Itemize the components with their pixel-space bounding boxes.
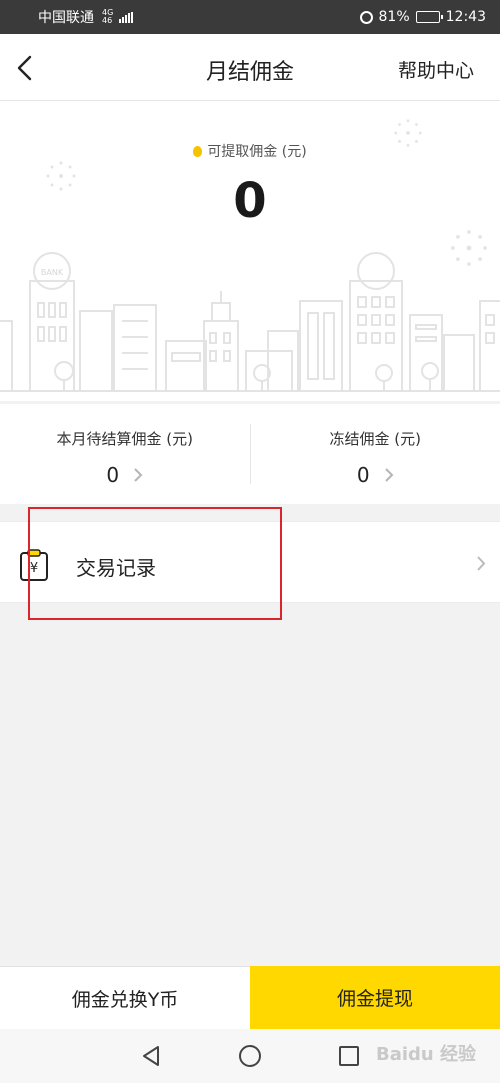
signal-icon bbox=[119, 11, 134, 23]
status-left: 中国联通 4G 46 bbox=[38, 7, 134, 27]
nav-recents-icon[interactable] bbox=[338, 1045, 360, 1067]
chevron-right-icon bbox=[134, 468, 143, 482]
withdrawable-label-row: 可提取佣金 (元) bbox=[0, 141, 500, 161]
dot-burst-icon bbox=[451, 230, 487, 266]
nav-home-icon[interactable] bbox=[238, 1044, 262, 1068]
network-type: 4G 46 bbox=[102, 9, 113, 25]
commission-summary: 本月待结算佣金 (元) 0 冻结佣金 (元) 0 bbox=[0, 404, 500, 504]
back-arrow-icon[interactable] bbox=[14, 54, 38, 82]
frozen-commission-label: 冻结佣金 (元) bbox=[329, 430, 421, 448]
chevron-right-icon bbox=[384, 468, 394, 482]
ledger-icon: ¥ bbox=[20, 549, 48, 581]
carrier-name: 中国联通 bbox=[38, 10, 94, 26]
transaction-records-label: 交易记录 bbox=[76, 556, 156, 580]
clock: 12:43 bbox=[445, 9, 486, 25]
network-type-bottom: 46 bbox=[102, 16, 113, 25]
bank-sign-text: BANK bbox=[41, 268, 64, 277]
battery-icon bbox=[415, 11, 443, 23]
frozen-commission-value-row: 0 bbox=[357, 463, 394, 487]
withdraw-button[interactable]: 佣金提现 bbox=[250, 966, 500, 1029]
pending-commission-value-row: 0 bbox=[106, 463, 143, 487]
watermark-text: Baidu 经验 bbox=[375, 1044, 476, 1065]
city-skyline-illustration: BANK bbox=[0, 252, 500, 392]
transaction-records-row[interactable]: ¥ 交易记录 bbox=[0, 521, 500, 603]
nav-bar: 月结佣金 帮助中心 bbox=[0, 34, 500, 101]
nav-back-icon[interactable] bbox=[140, 1045, 162, 1067]
status-bar: 中国联通 4G 46 81% 12:43 bbox=[0, 0, 500, 34]
dot-burst-icon bbox=[46, 161, 76, 191]
frozen-commission-item[interactable]: 冻结佣金 (元) 0 bbox=[251, 404, 500, 504]
pending-commission-label: 本月待结算佣金 (元) bbox=[56, 430, 193, 448]
battery-percent: 81% bbox=[378, 9, 410, 25]
dot-burst-icon bbox=[394, 119, 422, 147]
bottom-action-bar: 佣金兑换Y币 佣金提现 bbox=[0, 966, 500, 1029]
pending-commission-value: 0 bbox=[106, 463, 120, 487]
exchange-ycoin-button[interactable]: 佣金兑换Y币 bbox=[0, 966, 250, 1029]
pending-commission-item[interactable]: 本月待结算佣金 (元) 0 bbox=[0, 404, 250, 504]
chevron-right-icon bbox=[477, 556, 486, 571]
coin-bag-icon bbox=[193, 146, 203, 157]
help-center-link[interactable]: 帮助中心 bbox=[398, 56, 474, 83]
withdrawable-label: 可提取佣金 (元) bbox=[207, 144, 307, 160]
ledger-icon-glyph: ¥ bbox=[30, 561, 38, 576]
alarm-icon bbox=[359, 10, 373, 24]
status-right: 81% 12:43 bbox=[359, 9, 486, 25]
withdrawable-commission-card: 可提取佣金 (元) 0 BANK bbox=[0, 101, 500, 401]
frozen-commission-value: 0 bbox=[356, 463, 370, 487]
